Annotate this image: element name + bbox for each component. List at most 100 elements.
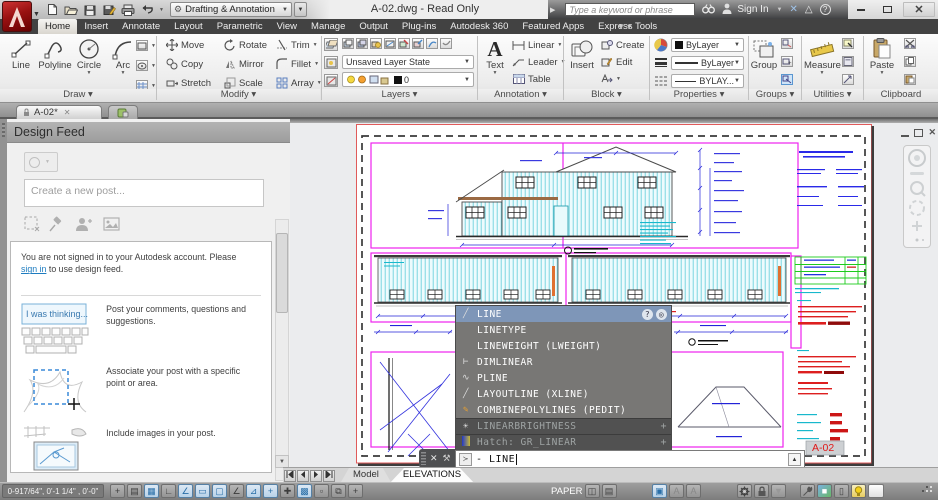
tab-manage[interactable]: Manage — [304, 19, 352, 34]
tab-elevations[interactable]: ELEVATIONS — [391, 468, 473, 482]
viewport-maximize-icon[interactable]: ▣ — [652, 484, 667, 498]
panel-label-block[interactable]: Block ▾ — [564, 89, 649, 101]
group-edit-tool[interactable]: + — [781, 56, 793, 67]
next-layout-button[interactable] — [310, 470, 322, 482]
mirror-tool[interactable]: Mirror — [223, 58, 264, 70]
suggestion-layoutline[interactable]: ╱LAYOUTLINE (XLINE) — [456, 386, 671, 402]
save-icon[interactable] — [82, 3, 98, 17]
autodesk360-icon[interactable]: △ — [805, 4, 813, 15]
edit-block-tool[interactable]: Edit — [600, 56, 632, 68]
open-file-icon[interactable] — [63, 3, 79, 17]
sign-in-caret[interactable]: ▼ — [777, 7, 783, 13]
create-block-tool[interactable]: Create — [600, 39, 645, 51]
last-layout-button[interactable] — [323, 470, 335, 482]
group-selection-toggle[interactable] — [781, 74, 793, 85]
application-menu-caret[interactable]: ▼ — [33, 11, 41, 19]
circle-tool[interactable]: Circle ▼ — [72, 37, 106, 76]
tab-featured-apps[interactable]: Featured Apps — [515, 19, 591, 34]
toggle-lineweight[interactable]: ✚ — [280, 484, 295, 498]
toggle-infer[interactable]: + — [110, 484, 125, 498]
rectangle-tool[interactable]: ▼ — [136, 40, 156, 51]
table-tool[interactable]: Table — [512, 73, 551, 85]
panel-label-modify[interactable]: Modify ▾ — [157, 89, 320, 101]
layer-state-icon-3[interactable] — [370, 38, 382, 49]
toggle-annomonitor[interactable]: + — [348, 484, 363, 498]
recent-commands-icon[interactable]: ≻ — [459, 453, 472, 466]
new-tab-button[interactable] — [108, 105, 138, 119]
group-tool[interactable]: Group — [749, 37, 779, 71]
layer-state-icon-4[interactable] — [384, 38, 396, 49]
workspace-switcher[interactable]: ⚙ Drafting & Annotation ▼ — [170, 2, 292, 17]
layer-tool-3[interactable] — [324, 74, 338, 87]
toggle-ortho[interactable]: ∟ — [161, 484, 176, 498]
rotate-tool[interactable]: Rotate — [223, 39, 267, 51]
layer-tool-2[interactable] — [324, 56, 338, 69]
layer-state-icon-8[interactable] — [440, 38, 452, 49]
stretch-tool[interactable]: Stretch — [165, 77, 211, 89]
suggestion-pline[interactable]: ∿PLINE — [456, 370, 671, 386]
file-tab-close-icon[interactable]: ✕ — [64, 108, 71, 117]
copy-clip-tool[interactable] — [904, 56, 916, 67]
panel-label-utilities[interactable]: Utilities ▾ — [802, 89, 863, 101]
panel-label-annotation[interactable]: Annotation ▾ — [478, 89, 563, 101]
annotation-scale-icon[interactable]: A — [669, 484, 684, 498]
layer-properties-tool[interactable] — [324, 38, 338, 51]
quick-calc-tool[interactable] — [842, 56, 854, 67]
toggle-dyn[interactable]: + — [263, 484, 278, 498]
command-expand-icon[interactable]: ▲ — [788, 453, 801, 466]
trusted-autodesk-icon[interactable]: ▯ — [834, 484, 849, 498]
layer-state-dropdown[interactable]: Unsaved Layer State▼ — [342, 55, 474, 69]
first-layout-button[interactable] — [284, 470, 296, 482]
new-file-icon[interactable] — [44, 3, 60, 17]
panel-label-groups[interactable]: Groups ▾ — [749, 89, 801, 101]
toggle-snap[interactable]: ▤ — [127, 484, 142, 498]
edit-attributes-tool[interactable]: ▼ — [600, 73, 621, 85]
paper-space-label[interactable]: PAPER — [551, 486, 583, 497]
command-customize-icon[interactable]: ⚒ — [443, 453, 451, 464]
feed-scroll-thumb[interactable] — [276, 233, 288, 313]
tab-model[interactable]: Model — [341, 468, 391, 482]
isolate-objects-icon[interactable] — [851, 484, 866, 498]
command-palette-grip[interactable]: ✕ ⚒ — [419, 449, 455, 468]
paste-tool[interactable]: Paste ▼ — [866, 37, 898, 76]
arc-tool[interactable]: Arc ▼ — [106, 37, 140, 76]
move-tool[interactable]: Move — [165, 39, 204, 51]
layer-state-icon-2[interactable] — [356, 38, 368, 49]
ellipse-tool[interactable]: ▼ — [136, 60, 156, 71]
scale-tool[interactable]: Scale — [223, 77, 263, 89]
trim-tool[interactable]: Trim▼ — [275, 39, 318, 51]
exchange-apps-icon[interactable]: ✕ — [789, 4, 797, 15]
text-tool[interactable]: A Text ▼ — [480, 37, 510, 76]
quick-select-tool[interactable] — [842, 38, 854, 49]
suggestion-line[interactable]: ╱LINE ? ◎ — [456, 306, 671, 322]
infocenter-collapse-icon[interactable]: ▶ — [550, 6, 555, 14]
minimize-button[interactable] — [851, 2, 871, 17]
suggestion-linetype[interactable]: LINETYPE — [456, 322, 671, 338]
layer-state-icon-6[interactable] — [412, 38, 424, 49]
polyline-tool[interactable]: Polyline — [38, 37, 72, 71]
search-input[interactable]: Type a keyword or phrase — [565, 3, 695, 16]
tab-output[interactable]: Output — [352, 19, 395, 34]
close-button[interactable]: ✕ — [903, 2, 935, 17]
toggle-polar[interactable]: ∠ — [178, 484, 193, 498]
command-close-icon[interactable]: ✕ — [430, 453, 438, 464]
vp-restore-icon[interactable] — [914, 129, 923, 137]
panel-label-layers[interactable]: Layers ▾ — [322, 89, 477, 101]
file-tab-a02[interactable]: A-02* ✕ — [16, 105, 102, 119]
palette-grip[interactable] — [0, 119, 7, 482]
color-wheel-icon[interactable] — [654, 38, 668, 57]
ungroup-tool[interactable] — [781, 38, 793, 49]
toggle-otrack[interactable]: ∠ — [229, 484, 244, 498]
object-color-dropdown[interactable]: ByLayer▼ — [671, 38, 744, 52]
layer-state-icon-1[interactable] — [342, 38, 354, 49]
tab-view[interactable]: View — [270, 19, 304, 34]
tab-insert[interactable]: Insert — [77, 19, 115, 34]
layer-state-icon-5[interactable] — [398, 38, 410, 49]
dimension-linear-tool[interactable]: Linear▼ — [512, 39, 562, 51]
application-menu-button[interactable] — [2, 1, 32, 32]
customize-wrench-icon[interactable] — [800, 484, 815, 498]
sign-in-button[interactable]: Sign In — [737, 4, 768, 15]
tab-plugins[interactable]: Plug-ins — [395, 19, 443, 34]
workspace-gear-icon[interactable] — [737, 484, 752, 498]
toggle-ducs[interactable]: ⊿ — [246, 484, 261, 498]
